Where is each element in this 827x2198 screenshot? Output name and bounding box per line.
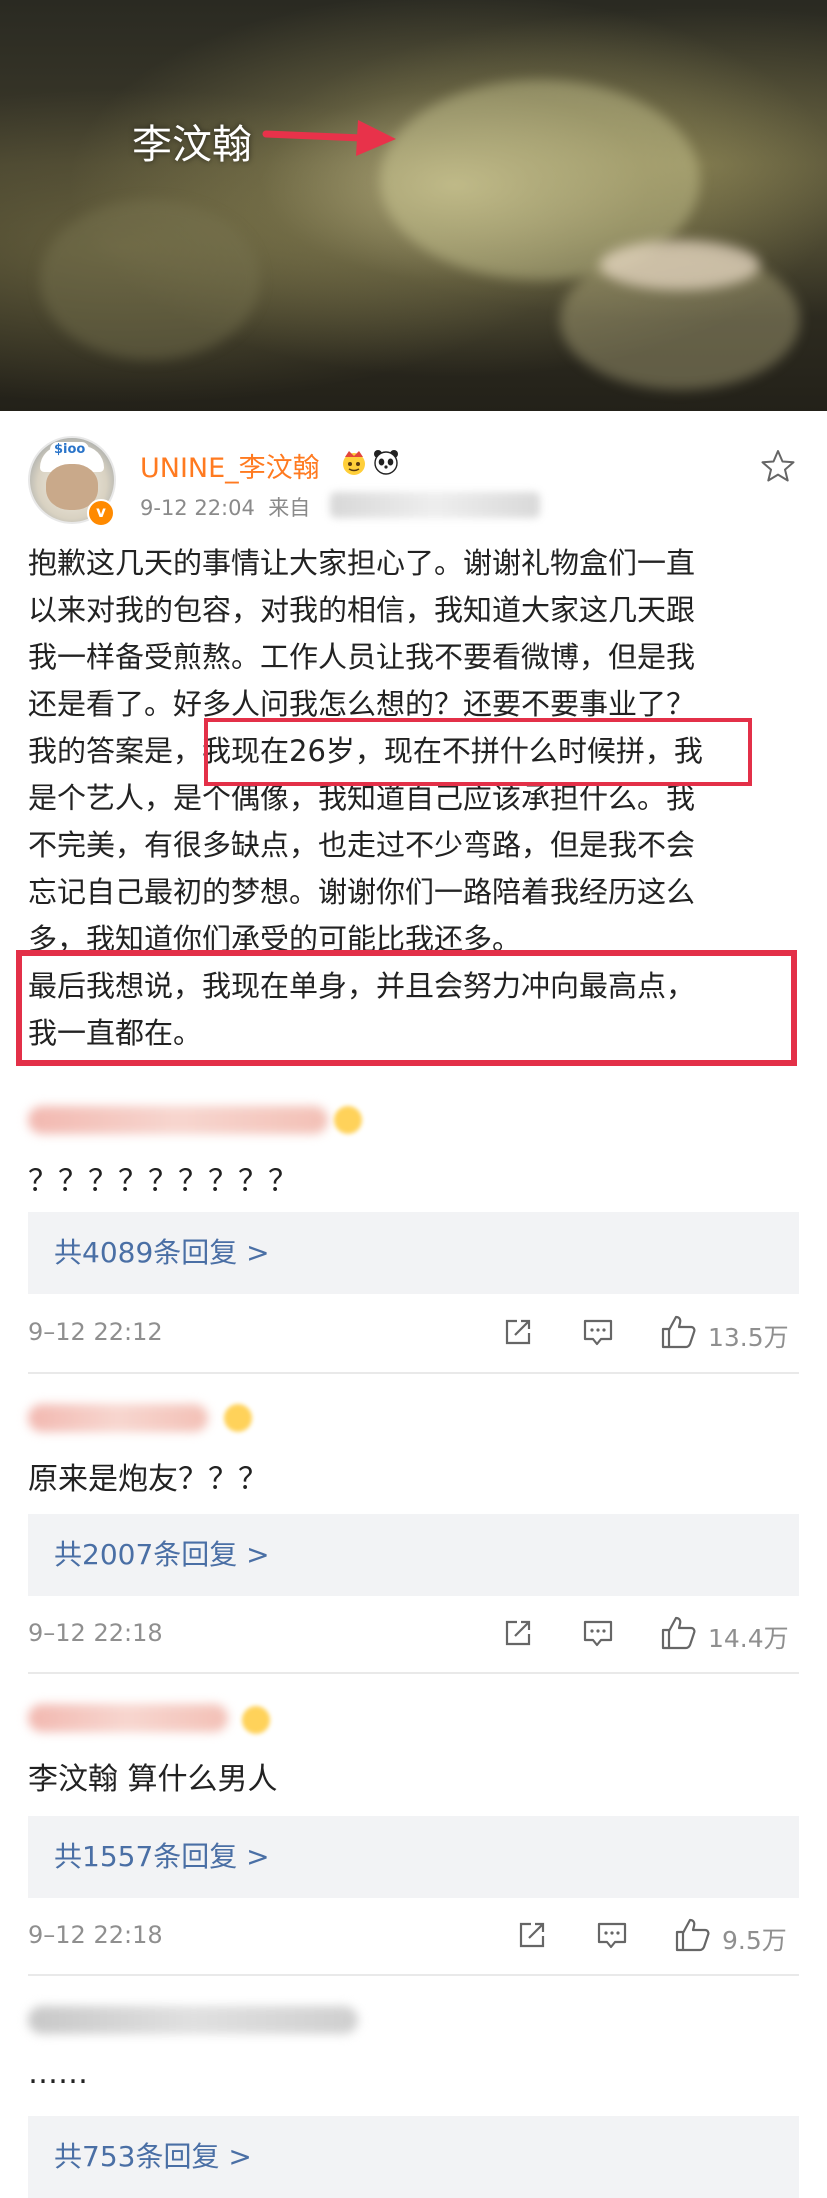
- comment-time: 9–12 22:18: [28, 1921, 163, 1949]
- like-count: 9.5万: [722, 1926, 787, 1955]
- comment-text: 李汶翰 算什么男人: [28, 1762, 278, 1797]
- thumbs-up-icon[interactable]: [673, 1916, 711, 1954]
- crown-emoji-icon: [343, 451, 365, 475]
- post-line: 抱歉这几天的事情让大家担心了。谢谢礼物盒们一直: [28, 546, 696, 580]
- share-icon[interactable]: [501, 1315, 535, 1349]
- highlight-box: [204, 718, 752, 786]
- comment-time: 9–12 22:12: [28, 1318, 163, 1346]
- thumbs-up-icon[interactable]: [659, 1614, 697, 1652]
- star-icon[interactable]: [760, 448, 796, 484]
- post-line: 以来对我的包容，对我的相信，我知道大家这几天跟: [28, 593, 696, 627]
- user-badge-icon: [224, 1404, 252, 1432]
- post-date: 9-12 22:04 来自: [140, 496, 311, 520]
- like-count: 13.5万: [708, 1323, 789, 1352]
- comment-icon[interactable]: [581, 1616, 615, 1650]
- comment-username-blurred: [28, 2006, 358, 2034]
- thumbs-up-icon[interactable]: [659, 1313, 697, 1351]
- comment-text: ？？？？？？？？？: [28, 1164, 298, 1199]
- comment-icon[interactable]: [595, 1918, 629, 1952]
- divider: [28, 1974, 799, 1976]
- post-line: 忘记自己最初的梦想。谢谢你们一路陪着我经历这么: [28, 875, 696, 909]
- divider: [28, 1372, 799, 1374]
- source-blurred: [330, 492, 540, 518]
- comment-icon[interactable]: [581, 1315, 615, 1349]
- post-username[interactable]: UNINE_李汶翰: [140, 446, 320, 485]
- share-icon[interactable]: [515, 1918, 549, 1952]
- comment-replies-link[interactable]: 共1557条回复 >: [28, 1816, 799, 1898]
- user-badge-icon: [242, 1706, 270, 1734]
- comment-text: ……: [28, 2056, 88, 2091]
- photo-name-label: 李汶翰: [132, 122, 252, 168]
- comment-replies-link[interactable]: 共753条回复 >: [28, 2116, 799, 2198]
- comment-replies-link[interactable]: 共2007条回复 >: [28, 1514, 799, 1596]
- post-photo[interactable]: 李汶翰: [0, 0, 827, 411]
- comment-time: 9–12 22:18: [28, 1619, 163, 1647]
- red-arrow-icon: [262, 120, 396, 156]
- comment-replies-link[interactable]: 共4089条回复 >: [28, 1212, 799, 1294]
- comment-username-blurred: [28, 1106, 328, 1134]
- verified-badge-icon: v: [87, 499, 115, 527]
- comment-text: 原来是炮友？？？: [28, 1462, 268, 1497]
- share-icon[interactable]: [501, 1616, 535, 1650]
- highlight-box: [16, 950, 797, 1066]
- panda-emoji-icon: [374, 450, 398, 475]
- comment-username-blurred: [28, 1404, 208, 1432]
- user-badge-icon: [334, 1106, 362, 1134]
- post-line: 不完美，有很多缺点，也走过不少弯路，但是我不会: [28, 828, 696, 862]
- post-line: 我一样备受煎熬。工作人员让我不要看微博，但是我: [28, 640, 696, 674]
- divider: [28, 1672, 799, 1674]
- comment-username-blurred: [28, 1704, 228, 1732]
- like-count: 14.4万: [708, 1624, 789, 1653]
